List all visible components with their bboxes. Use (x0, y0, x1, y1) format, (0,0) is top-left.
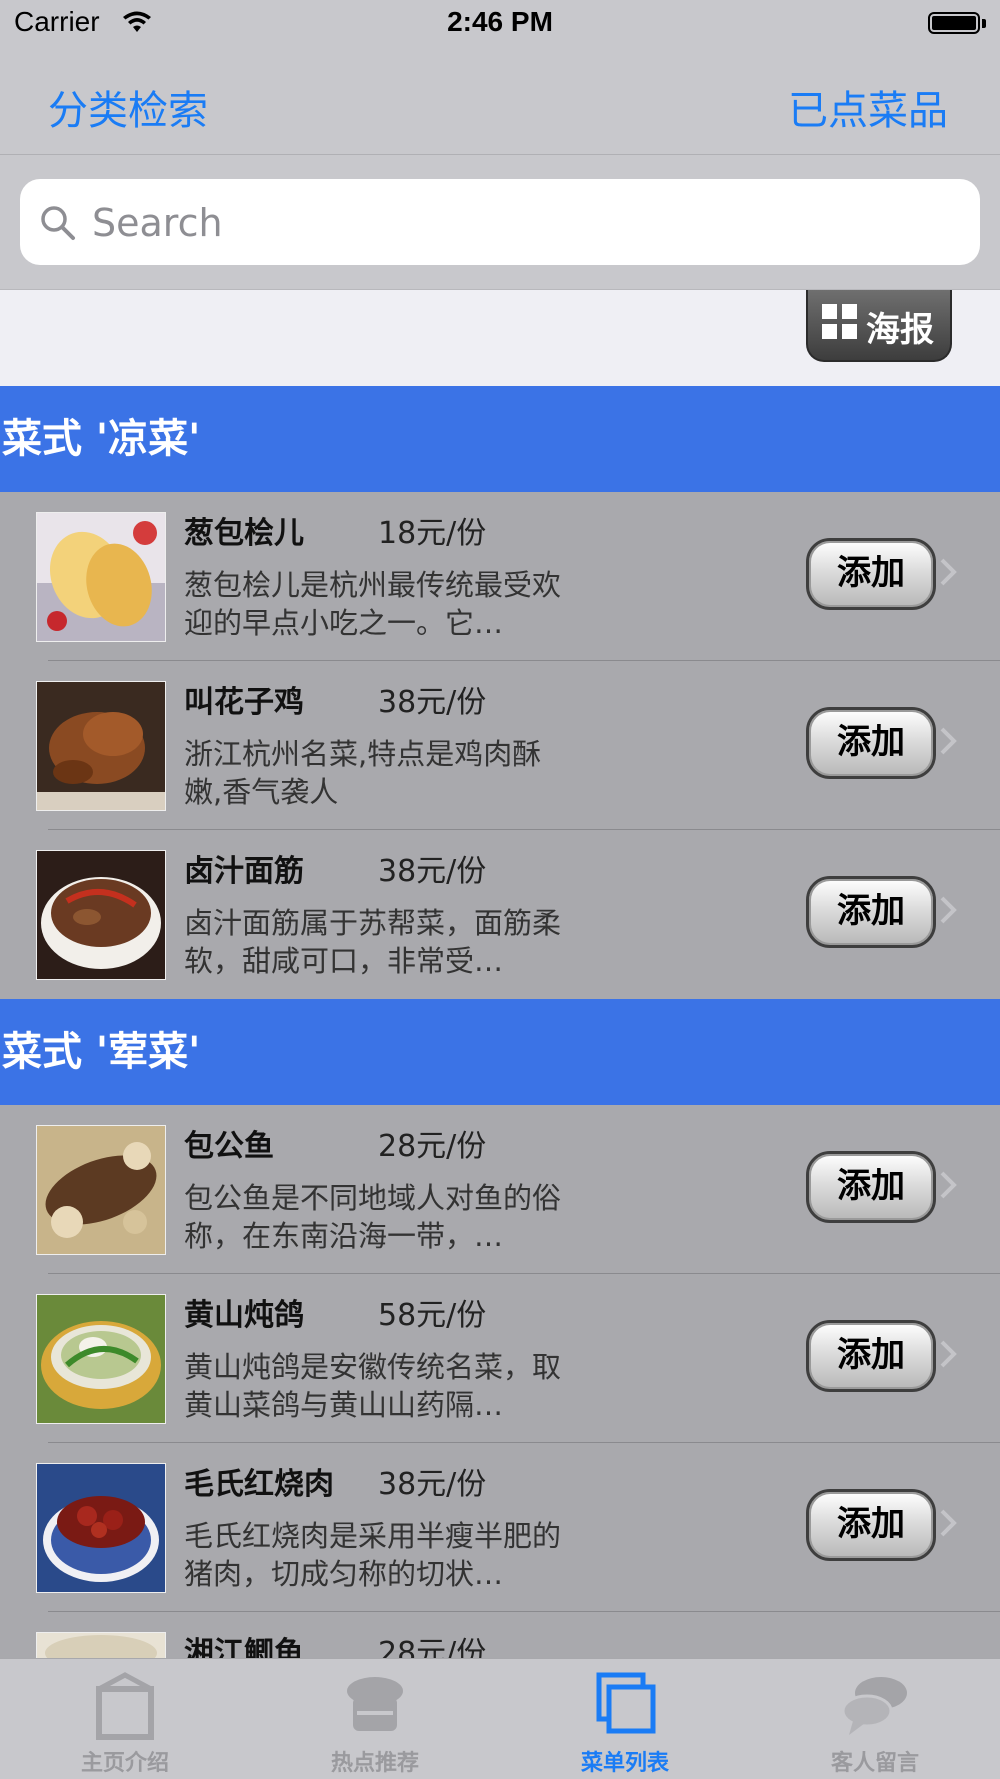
dish-price: 18元/份 (378, 516, 487, 551)
poster-button[interactable]: 海报 (806, 290, 952, 362)
tab-label: 菜单列表 (580, 1751, 669, 1776)
status-bar: Carrier 2:46 PM (0, 0, 1000, 50)
add-button[interactable]: 添加 (806, 1320, 936, 1392)
dish-price: 38元/份 (378, 685, 487, 720)
dish-description: 包公鱼是不同地域人对鱼的俗称，在东南沿海一带，… (184, 1181, 562, 1253)
section-header-cold-dishes: 菜式 '凉菜' (0, 386, 1000, 492)
list-item[interactable]: 包公鱼 28元/份 包公鱼是不同地域人对鱼的俗称，在东南沿海一带，… 添加 (0, 1105, 1000, 1274)
add-button[interactable]: 添加 (806, 876, 936, 948)
dish-description: 黄山炖鸽是安徽传统名菜，取黄山菜鸽与黄山山药隔… (184, 1350, 562, 1422)
search-icon (41, 206, 75, 240)
tab-hot-recommend[interactable]: 热点推荐 (250, 1659, 500, 1779)
chevron-right-icon (940, 896, 957, 924)
tab-label: 热点推荐 (330, 1751, 419, 1776)
dish-name: 葱包桧儿 (184, 516, 304, 551)
list-item[interactable]: 卤汁面筋 38元/份 卤汁面筋属于苏帮菜，面筋柔软，甜咸可口，非常受… 添加 (0, 830, 1000, 999)
dish-name: 黄山炖鸽 (184, 1298, 304, 1333)
dish-photo (36, 850, 166, 980)
search-field[interactable] (20, 179, 980, 267)
tab-home-intro[interactable]: 主页介绍 (0, 1659, 250, 1779)
dish-photo (36, 512, 166, 642)
add-button[interactable]: 添加 (806, 1151, 936, 1223)
tab-label: 主页介绍 (80, 1751, 169, 1776)
list-item[interactable]: 叫花子鸡 38元/份 浙江杭州名菜,特点是鸡肉酥嫩,香气袭人 添加 (0, 661, 1000, 830)
battery-icon (928, 12, 988, 38)
poster-label: 海报 (866, 310, 934, 350)
dish-name: 叫花子鸡 (184, 685, 304, 720)
category-search-button[interactable]: 分类检索 (48, 78, 208, 136)
dish-photo (36, 1463, 166, 1593)
chevron-right-icon (940, 1509, 957, 1537)
shopping-bag-icon (96, 1672, 154, 1740)
list-item[interactable]: 葱包桧儿 18元/份 葱包桧儿是杭州最传统最受欢迎的早点小吃之一。它… 添加 (0, 492, 1000, 661)
chef-hat-icon (347, 1677, 403, 1731)
dish-price: 38元/份 (378, 854, 487, 889)
clock: 2:46 PM (447, 6, 553, 37)
dish-price: 58元/份 (378, 1298, 487, 1333)
search-input[interactable] (90, 179, 954, 267)
dish-price: 28元/份 (378, 1129, 487, 1164)
search-bar (0, 155, 1000, 290)
dish-description: 毛氏红烧肉是采用半瘦半肥的猪肉，切成匀称的切状… (184, 1519, 562, 1591)
list-item[interactable]: 湘江鲫鱼 28元/份 (0, 1612, 1000, 1658)
tab-bar: 主页介绍 热点推荐 菜单列表 客人留言 (0, 1658, 1000, 1779)
stacked-pages-icon (596, 1672, 656, 1734)
dish-name: 湘江鲫鱼 (184, 1636, 304, 1658)
table-header: 海报 (0, 290, 1000, 386)
chevron-right-icon (940, 1340, 957, 1368)
dish-photo (36, 681, 166, 811)
dish-price: 28元/份 (378, 1636, 487, 1658)
add-button[interactable]: 添加 (806, 538, 936, 610)
dish-price: 38元/份 (378, 1467, 487, 1502)
list-item[interactable]: 毛氏红烧肉 38元/份 毛氏红烧肉是采用半瘦半肥的猪肉，切成匀称的切状… 添加 (0, 1443, 1000, 1612)
dish-description: 卤汁面筋属于苏帮菜，面筋柔软，甜咸可口，非常受… (184, 906, 562, 978)
dish-photo (36, 1125, 166, 1255)
add-button[interactable]: 添加 (806, 707, 936, 779)
dish-photo (36, 1294, 166, 1424)
menu-list[interactable]: 菜式 '凉菜' 葱包桧儿 18元/份 葱包桧儿是杭州最传统最受欢迎的早点小吃之一… (0, 386, 1000, 1658)
tab-menu-list[interactable]: 菜单列表 (500, 1659, 750, 1779)
tab-label: 客人留言 (830, 1751, 919, 1776)
dish-description: 浙江杭州名菜,特点是鸡肉酥嫩,香气袭人 (184, 737, 542, 809)
chevron-right-icon (940, 558, 957, 586)
dish-photo (36, 1632, 166, 1658)
add-button[interactable]: 添加 (806, 1489, 936, 1561)
navigation-bar: 分类检索 已点菜品 (0, 50, 1000, 155)
chevron-right-icon (940, 727, 957, 755)
dish-name: 毛氏红烧肉 (184, 1467, 334, 1502)
list-item[interactable]: 黄山炖鸽 58元/份 黄山炖鸽是安徽传统名菜，取黄山菜鸽与黄山山药隔… 添加 (0, 1274, 1000, 1443)
dish-description: 葱包桧儿是杭州最传统最受欢迎的早点小吃之一。它… (184, 568, 562, 640)
ordered-dishes-button[interactable]: 已点菜品 (788, 78, 948, 136)
dish-name: 包公鱼 (184, 1129, 274, 1164)
chat-bubbles-icon (841, 1677, 907, 1735)
grid-icon (822, 304, 857, 339)
dish-name: 卤汁面筋 (184, 854, 304, 889)
tab-guest-messages[interactable]: 客人留言 (750, 1659, 1000, 1779)
chevron-right-icon (940, 1171, 957, 1199)
section-header-meat-dishes: 菜式 '荤菜' (0, 999, 1000, 1105)
